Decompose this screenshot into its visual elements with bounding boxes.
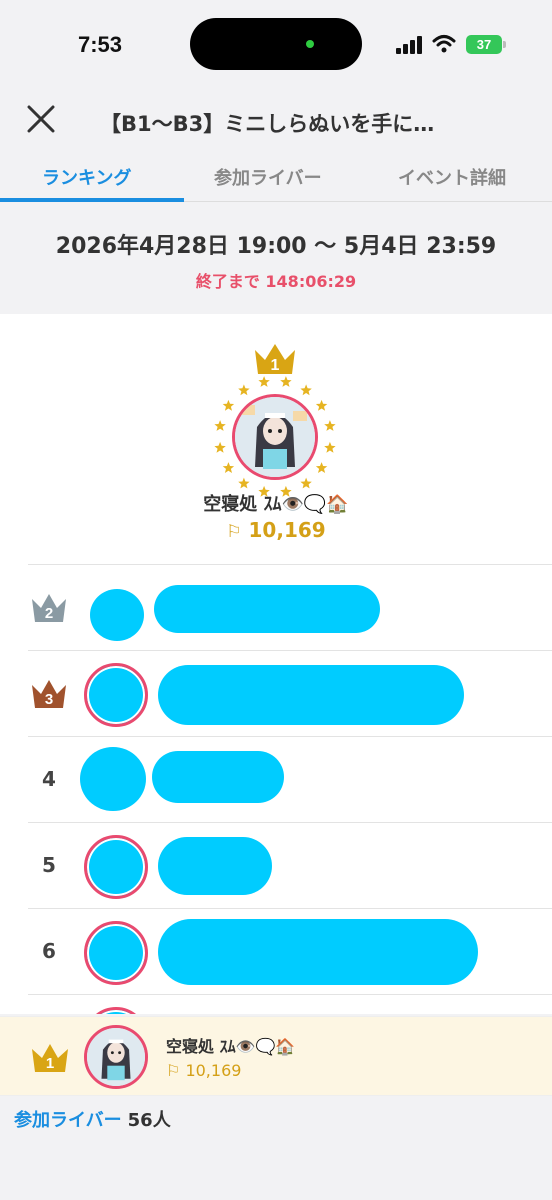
my-liver-name: 空寝処 ｽﾑ👁️🗨️🏠 — [166, 1037, 296, 1056]
wreath-star-icon — [324, 441, 336, 453]
wreath-star-icon — [300, 477, 312, 489]
wreath-star-icon — [315, 399, 328, 411]
wifi-icon — [432, 35, 456, 53]
my-rank-number: 1 — [46, 1055, 54, 1072]
tab-event-details[interactable]: イベント詳細 — [398, 164, 506, 190]
redacted-avatar — [84, 835, 148, 899]
status-bar: 7:53 37 — [0, 0, 552, 92]
wreath-star-icon — [315, 462, 328, 473]
top-liver-score: ⚐ 10,169 — [0, 518, 552, 542]
cellular-signal-icon — [396, 36, 422, 54]
wreath-star-icon — [222, 399, 235, 411]
ranking-row-2[interactable]: 2 — [28, 564, 552, 650]
redacted-name — [154, 585, 380, 633]
ranking-row-partial — [28, 994, 552, 1014]
wreath-star-icon — [300, 384, 312, 396]
avatar-illustration-icon — [87, 1028, 145, 1086]
battery-indicator: 37 — [466, 35, 506, 54]
wreath-star-icon — [238, 384, 250, 396]
redacted-name — [158, 665, 464, 725]
rank-number: 4 — [42, 767, 56, 791]
tab-ranking[interactable]: ランキング — [42, 164, 131, 190]
top-avatar — [232, 394, 318, 480]
flag-icon: ⚐ — [166, 1061, 181, 1080]
ranking-row-3[interactable]: 3 — [28, 650, 552, 736]
ranking-list: 1 空寝処 ｽﾑ👁️🗨️🏠 ⚐ 10,169 2 3 4 5 6 — [0, 314, 552, 1014]
rank-number: 3 — [45, 691, 53, 708]
rank-number: 5 — [42, 853, 56, 877]
redacted-avatar — [84, 921, 148, 985]
redacted-name — [152, 751, 284, 803]
my-avatar — [84, 1025, 148, 1089]
ranking-row-6[interactable]: 6 — [28, 908, 552, 994]
wreath-star-icon — [238, 477, 250, 489]
top-score-value: 10,169 — [248, 518, 326, 542]
redacted-avatar — [84, 1007, 148, 1014]
rank-number: 6 — [42, 939, 56, 963]
participants-count: 56人 — [127, 1110, 171, 1131]
dynamic-island — [190, 18, 362, 70]
ranking-row-4[interactable]: 4 — [28, 736, 552, 822]
event-countdown: 終了まで 148:06:29 — [195, 272, 357, 291]
top-liver-name: 空寝処 ｽﾑ👁️🗨️🏠 — [203, 494, 349, 515]
ranking-row-5[interactable]: 5 — [28, 822, 552, 908]
redacted-avatar — [80, 747, 146, 811]
wreath-star-icon — [222, 462, 235, 473]
app-header: 【B1〜B3】ミニしらぬいを手に… — [0, 92, 552, 152]
wreath-star-icon — [324, 420, 336, 431]
my-rank-bar[interactable]: 1 空寝処 ｽﾑ👁️🗨️🏠 ⚐ 10,169 — [0, 1016, 552, 1096]
tab-participants[interactable]: 参加ライバー — [214, 164, 322, 190]
top-rank-number: 1 — [271, 357, 280, 374]
avatar-illustration-icon — [235, 397, 315, 477]
active-tab-indicator — [0, 198, 184, 202]
participants-summary: 参加ライバー 56人 — [14, 1106, 171, 1132]
rank-number: 2 — [45, 605, 53, 622]
my-score-value: 10,169 — [185, 1061, 242, 1080]
status-time: 7:53 — [78, 32, 123, 57]
top-rank-card[interactable]: 1 空寝処 ｽﾑ👁️🗨️🏠 ⚐ 10,169 — [0, 314, 552, 564]
wreath-star-icon — [280, 376, 292, 387]
tab-bar: ランキング 参加ライバー イベント詳細 — [0, 152, 552, 202]
wreath-star-icon — [214, 441, 226, 453]
redacted-avatar — [90, 589, 144, 641]
camera-indicator-icon — [306, 40, 314, 48]
redacted-name — [158, 837, 272, 895]
wreath-star-icon — [214, 420, 226, 431]
redacted-avatar — [84, 663, 148, 727]
silver-crown-icon: 2 — [32, 594, 66, 622]
event-period: 2026年4月28日 19:00 〜 5月4日 23:59 — [55, 234, 497, 259]
gold-crown-icon: 1 — [255, 344, 295, 374]
my-liver-score: ⚐ 10,169 — [166, 1061, 241, 1080]
wreath-star-icon — [258, 376, 270, 387]
close-icon[interactable] — [24, 102, 58, 136]
redacted-name — [158, 919, 478, 985]
gold-crown-icon: 1 — [32, 1044, 68, 1072]
bronze-crown-icon: 3 — [32, 680, 66, 708]
flag-icon: ⚐ — [226, 522, 242, 542]
page-title: 【B1〜B3】ミニしらぬいを手に… — [100, 112, 435, 136]
participants-link[interactable]: 参加ライバー — [14, 1110, 122, 1131]
